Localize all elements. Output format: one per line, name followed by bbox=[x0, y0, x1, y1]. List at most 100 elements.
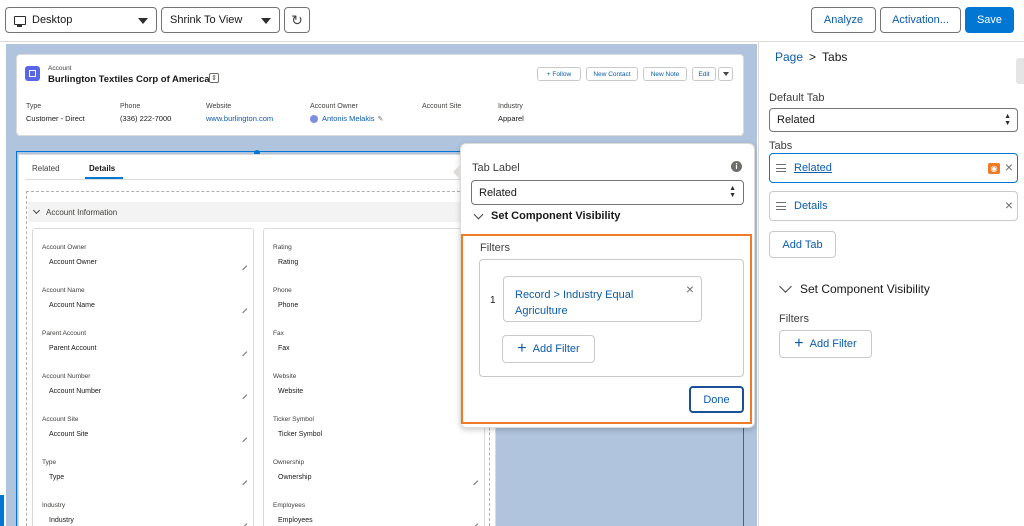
field-account-name[interactable]: Account Name Account Name bbox=[42, 287, 95, 309]
pencil-icon[interactable] bbox=[238, 304, 248, 314]
monitor-icon bbox=[14, 15, 26, 27]
field-ticker-symbol[interactable]: Ticker Symbol Ticker Symbol bbox=[273, 416, 322, 438]
activation-button[interactable]: Activation... bbox=[880, 7, 961, 33]
chevron-down-icon bbox=[722, 72, 729, 76]
field-type[interactable]: Type Type bbox=[42, 459, 64, 481]
panel-collapse-handle[interactable] bbox=[1016, 58, 1024, 84]
change-owner-icon[interactable]: ✎ bbox=[378, 115, 384, 123]
pencil-icon[interactable] bbox=[469, 519, 479, 526]
hierarchy-icon[interactable]: ⇕ bbox=[209, 73, 219, 83]
default-tab-value: Related bbox=[777, 114, 815, 126]
panel-filters-label: Filters bbox=[779, 313, 809, 325]
tab-item-related[interactable]: Related ◉ × bbox=[769, 153, 1018, 183]
record-header[interactable]: Account Burlington Textiles Corp of Amer… bbox=[16, 54, 744, 136]
field-employees[interactable]: Employees Employees bbox=[273, 502, 313, 524]
field-website[interactable]: Website Website bbox=[273, 373, 303, 395]
breadcrumb: Page > Tabs bbox=[775, 50, 847, 64]
tabs-component: Related Details Account Information Acco… bbox=[18, 154, 496, 526]
pencil-icon[interactable] bbox=[238, 476, 248, 486]
tabs-label: Tabs bbox=[769, 140, 793, 152]
tab-details[interactable]: Details bbox=[89, 164, 115, 173]
account-icon bbox=[25, 66, 40, 81]
pencil-icon[interactable] bbox=[238, 519, 248, 526]
chevron-down-icon bbox=[261, 18, 271, 24]
visibility-eye-icon: ◉ bbox=[988, 163, 1000, 174]
field-account-site[interactable]: Account Site Account Site bbox=[42, 416, 88, 438]
breadcrumb-separator: > bbox=[809, 50, 817, 64]
chevron-down-icon bbox=[779, 280, 792, 293]
chevron-down-icon bbox=[473, 209, 484, 219]
website-link[interactable]: www.burlington.com bbox=[206, 114, 273, 123]
refresh-button[interactable]: ↻ bbox=[284, 7, 310, 33]
highlight-industry: Industry Apparel bbox=[498, 103, 524, 123]
pencil-icon[interactable] bbox=[238, 261, 248, 271]
analyze-button[interactable]: Analyze bbox=[811, 7, 876, 33]
field-ownership[interactable]: Ownership Ownership bbox=[273, 459, 311, 481]
highlight-site: Account Site bbox=[422, 103, 462, 110]
visibility-section-header[interactable]: Set Component Visibility bbox=[473, 209, 620, 222]
breadcrumb-page[interactable]: Page bbox=[775, 50, 803, 64]
chevron-updown-icon: ▲ ▼ bbox=[1004, 113, 1011, 127]
pencil-icon[interactable] bbox=[238, 433, 248, 443]
refresh-icon: ↻ bbox=[291, 11, 303, 28]
drag-handle-icon bbox=[776, 164, 786, 172]
device-select[interactable]: Desktop bbox=[5, 7, 157, 33]
pencil-icon[interactable] bbox=[238, 390, 248, 400]
default-tab-label: Default Tab bbox=[769, 92, 825, 104]
object-label: Account bbox=[48, 65, 72, 72]
edge-marker bbox=[0, 495, 4, 526]
owner-link[interactable]: Antonis Melakis bbox=[322, 114, 375, 123]
field-rating[interactable]: Rating Rating bbox=[273, 244, 298, 266]
popover-nub bbox=[453, 164, 461, 180]
field-account-owner[interactable]: Account Owner Account Owner bbox=[42, 244, 97, 266]
add-tab-button[interactable]: Add Tab bbox=[769, 231, 836, 258]
pencil-icon[interactable] bbox=[238, 347, 248, 357]
record-name: Burlington Textiles Corp of America bbox=[48, 74, 210, 85]
highlight-type: Type Customer - Direct bbox=[26, 103, 85, 123]
info-icon[interactable]: i bbox=[731, 161, 742, 172]
chevron-down-icon bbox=[138, 18, 148, 24]
follow-button[interactable]: + Follow bbox=[537, 67, 581, 81]
section-title: Account Information bbox=[46, 207, 118, 217]
tab-label-title: Tab Label bbox=[472, 162, 520, 174]
new-note-button[interactable]: New Note bbox=[643, 67, 687, 81]
remove-tab-icon[interactable]: × bbox=[1005, 159, 1013, 175]
plus-icon: + bbox=[794, 335, 804, 352]
zoom-select[interactable]: Shrink To View bbox=[161, 7, 280, 33]
pencil-icon[interactable] bbox=[469, 476, 479, 486]
panel-add-filter-button[interactable]: + Add Filter bbox=[779, 330, 872, 358]
edit-button[interactable]: Edit bbox=[692, 67, 716, 81]
tab-item-details[interactable]: Details × bbox=[769, 191, 1018, 221]
highlight-annotation bbox=[461, 234, 752, 424]
tab-item-label: Details bbox=[794, 200, 828, 212]
tab-divider bbox=[25, 179, 491, 180]
chevron-down-icon bbox=[32, 206, 41, 215]
tab-label-select[interactable]: Related ▲ ▼ bbox=[471, 180, 744, 205]
section-header[interactable]: Account Information bbox=[28, 202, 488, 222]
tab-label-value: Related bbox=[479, 186, 517, 199]
drag-handle-icon bbox=[776, 202, 786, 210]
right-field-column: Rating Rating Phone Phone Fax Fax Website We… bbox=[263, 228, 485, 526]
device-select-value: Desktop bbox=[32, 14, 73, 26]
save-button[interactable]: Save bbox=[965, 7, 1014, 33]
field-industry[interactable]: Industry Industry bbox=[42, 502, 74, 524]
builder-toolbar: Desktop Shrink To View ↻ Analyze Activat… bbox=[0, 0, 1024, 42]
tab-related[interactable]: Related bbox=[32, 164, 60, 173]
breadcrumb-current: Tabs bbox=[822, 50, 848, 64]
field-account-number[interactable]: Account Number Account Number bbox=[42, 373, 101, 395]
more-actions-button[interactable] bbox=[718, 67, 733, 81]
new-contact-button[interactable]: New Contact bbox=[586, 67, 638, 81]
left-field-column: Account Owner Account Owner Account Name A… bbox=[32, 228, 254, 526]
field-phone[interactable]: Phone Phone bbox=[273, 287, 298, 309]
tab-item-label: Related bbox=[794, 162, 832, 174]
default-tab-select[interactable]: Related ▲ ▼ bbox=[769, 108, 1018, 132]
remove-tab-icon[interactable]: × bbox=[1005, 197, 1013, 213]
field-fax[interactable]: Fax Fax bbox=[273, 330, 290, 352]
chevron-updown-icon: ▲ ▼ bbox=[729, 185, 736, 199]
highlight-website: Website www.burlington.com bbox=[206, 103, 274, 123]
properties-panel: Page > Tabs Default Tab Related ▲ ▼ Tabs … bbox=[758, 42, 1024, 526]
highlight-phone: Phone (336) 222-7000 bbox=[120, 103, 172, 123]
panel-visibility-header[interactable]: Set Component Visibility bbox=[779, 280, 930, 296]
field-parent-account[interactable]: Parent Account Parent Account bbox=[42, 330, 96, 352]
highlight-owner: Account Owner Antonis Melakis ✎ bbox=[310, 103, 384, 123]
